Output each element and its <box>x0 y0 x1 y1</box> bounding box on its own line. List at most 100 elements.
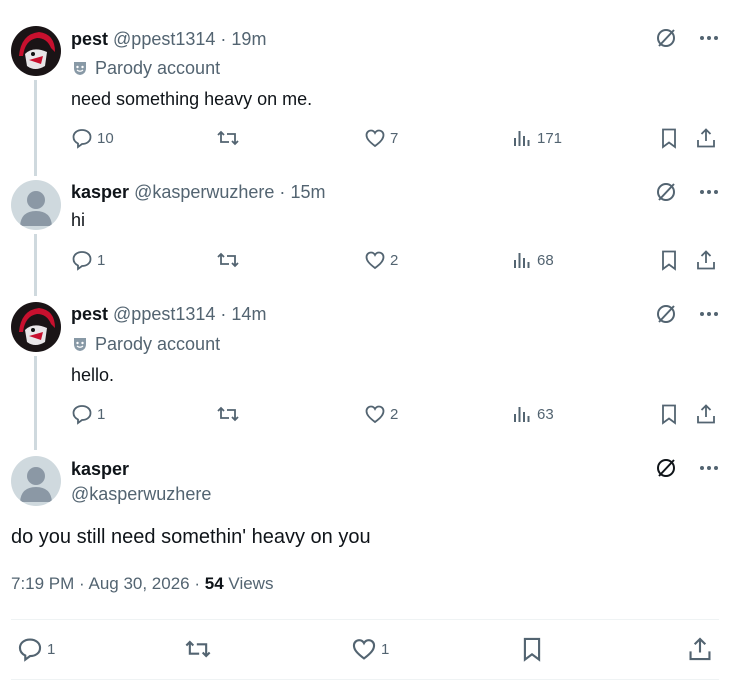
parody-mask-icon <box>71 335 89 353</box>
share-button[interactable] <box>695 403 717 425</box>
post-time[interactable]: 15m <box>290 182 325 202</box>
user-handle[interactable]: @ppest1314 <box>113 29 215 49</box>
more-icon[interactable] <box>699 465 719 471</box>
main-tweet-actions: 1 1 <box>11 636 719 664</box>
avatar[interactable] <box>11 26 61 76</box>
retweet-icon <box>184 636 212 662</box>
tweet-actions: 10 7 171 <box>71 127 719 151</box>
reply-count: 1 <box>47 640 56 658</box>
retweet-icon <box>216 249 240 271</box>
grok-icon[interactable] <box>655 181 677 203</box>
more-icon[interactable] <box>699 311 719 317</box>
bookmark-icon <box>659 249 679 271</box>
retweet-button[interactable] <box>216 249 240 271</box>
parody-label-text: Parody account <box>95 58 221 78</box>
retweet-button[interactable] <box>216 127 240 149</box>
like-button[interactable]: 2 <box>364 403 398 425</box>
like-button[interactable]: 2 <box>364 249 398 271</box>
separator-dot: · <box>279 182 286 202</box>
bookmark-icon <box>659 127 679 149</box>
like-count: 2 <box>390 405 399 423</box>
bookmark-button[interactable] <box>659 249 679 271</box>
thread-line <box>34 234 37 296</box>
share-button[interactable] <box>695 249 717 271</box>
like-count: 1 <box>381 640 390 658</box>
views-count: 63 <box>537 405 554 423</box>
avatar[interactable] <box>11 180 61 230</box>
display-name[interactable]: pest <box>71 304 108 324</box>
reply-button[interactable]: 1 <box>71 249 105 271</box>
grok-icon[interactable] <box>655 457 677 479</box>
display-name[interactable]: kasper <box>71 182 129 202</box>
retweet-button[interactable] <box>216 403 240 425</box>
reply-icon <box>71 403 93 425</box>
like-button[interactable]: 7 <box>364 127 398 149</box>
divider <box>11 619 719 620</box>
bookmark-icon <box>520 636 544 662</box>
like-icon <box>364 127 386 149</box>
main-tweet-meta: 7:19 PM · Aug 30, 2026 · 54 Views <box>11 574 273 594</box>
parody-mask-icon <box>71 59 89 77</box>
thread-line <box>34 80 37 176</box>
views-button[interactable]: 63 <box>511 403 554 425</box>
share-button[interactable] <box>695 127 717 149</box>
tweet-actions: 1 2 68 <box>71 249 719 273</box>
reply-count: 1 <box>97 251 106 269</box>
post-time[interactable]: 19m <box>231 29 266 49</box>
views-button[interactable]: 171 <box>511 127 562 149</box>
tweet-actions: 1 2 63 <box>71 403 719 427</box>
separator-dot: · <box>220 29 227 49</box>
reply-icon <box>17 636 43 662</box>
grok-icon[interactable] <box>655 303 677 325</box>
main-tweet-handle: @kasperwuzhere <box>71 483 211 505</box>
parody-label: Parody account <box>71 333 220 355</box>
parody-label-text: Parody account <box>95 334 221 354</box>
avatar[interactable] <box>11 302 61 352</box>
views-icon <box>511 127 533 149</box>
views-count: 54 <box>204 574 224 593</box>
post-timestamp[interactable]: 7:19 PM · Aug 30, 2026 <box>11 574 190 593</box>
reply-icon <box>71 249 93 271</box>
bookmark-icon <box>659 403 679 425</box>
user-handle[interactable]: @ppest1314 <box>113 304 215 324</box>
tweet-text: hello. <box>71 365 115 385</box>
tweet-header: pest @ppest1314 · 14m <box>71 303 266 325</box>
views-icon <box>511 249 533 271</box>
tweet-top-actions <box>655 457 719 479</box>
bookmark-button[interactable] <box>520 636 544 662</box>
share-icon <box>695 249 717 271</box>
user-handle[interactable]: @kasperwuzhere <box>134 182 274 202</box>
views-count: 171 <box>537 129 563 147</box>
views-label: Views <box>228 574 274 593</box>
bookmark-button[interactable] <box>659 127 679 149</box>
share-button[interactable] <box>687 636 713 662</box>
like-icon <box>364 403 386 425</box>
reply-count: 10 <box>97 129 114 147</box>
tweet-top-actions <box>655 181 719 203</box>
retweet-button[interactable] <box>184 636 212 662</box>
reply-button[interactable]: 10 <box>71 127 114 149</box>
grok-icon[interactable] <box>655 27 677 49</box>
reply-button[interactable]: 1 <box>71 403 105 425</box>
avatar[interactable] <box>11 456 61 506</box>
user-handle[interactable]: @kasperwuzhere <box>71 484 211 504</box>
reply-button[interactable]: 1 <box>17 636 55 662</box>
reply-icon <box>71 127 93 149</box>
like-button[interactable]: 1 <box>351 636 389 662</box>
post-time[interactable]: 14m <box>231 304 266 324</box>
display-name[interactable]: kasper <box>71 459 129 479</box>
like-count: 7 <box>390 129 399 147</box>
like-icon <box>364 249 386 271</box>
retweet-icon <box>216 403 240 425</box>
share-icon <box>695 403 717 425</box>
main-tweet-text: do you still need somethin' heavy on you <box>11 526 371 548</box>
parody-label: Parody account <box>71 57 220 79</box>
views-button[interactable]: 68 <box>511 249 554 271</box>
more-icon[interactable] <box>699 189 719 195</box>
like-count: 2 <box>390 251 399 269</box>
views-count: 68 <box>537 251 554 269</box>
more-icon[interactable] <box>699 35 719 41</box>
views-icon <box>511 403 533 425</box>
display-name[interactable]: pest <box>71 29 108 49</box>
bookmark-button[interactable] <box>659 403 679 425</box>
